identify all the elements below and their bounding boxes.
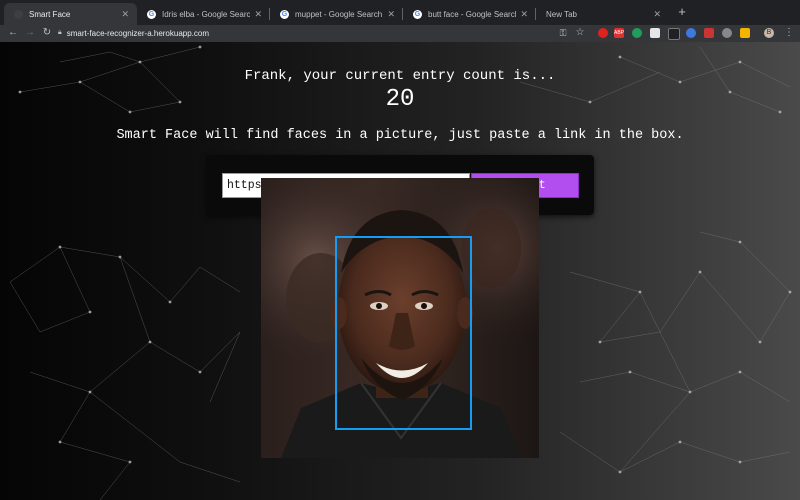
adblock-icon[interactable]: ABP: [614, 28, 624, 38]
tab-label: Idris elba - Google Search: [162, 9, 251, 19]
smart-face-favicon-icon: [14, 9, 23, 19]
extension-green-icon[interactable]: [632, 28, 642, 38]
profile-avatar-icon[interactable]: B: [764, 28, 774, 38]
key-icon[interactable]: ⚿: [558, 28, 568, 38]
extension-red-square-icon[interactable]: [704, 28, 714, 38]
tab-idris-elba-search[interactable]: G Idris elba - Google Search ✕: [137, 3, 270, 25]
close-icon[interactable]: ✕: [121, 9, 129, 20]
google-icon: G: [147, 9, 156, 19]
google-icon: G: [413, 9, 422, 19]
extension-blue-icon[interactable]: [686, 28, 696, 38]
extension-gray-icon[interactable]: [722, 28, 732, 38]
tab-smart-face[interactable]: Smart Face ✕: [4, 3, 137, 25]
face-bounding-box: [335, 236, 472, 430]
close-icon[interactable]: ✕: [520, 9, 528, 20]
browser-toolbar: ← → ↻ 🔒︎ smart-face-recognizer-a.herokua…: [0, 25, 800, 42]
extension-yellow-icon[interactable]: [740, 28, 750, 38]
tab-label: butt face - Google Search: [428, 9, 517, 19]
reload-icon[interactable]: ↻: [40, 26, 54, 40]
tab-label: Smart Face: [29, 9, 71, 19]
back-arrow-icon[interactable]: ←: [6, 26, 20, 40]
tab-new-tab[interactable]: New Tab ✕: [536, 3, 669, 25]
close-icon[interactable]: ✕: [387, 9, 395, 20]
url-text: smart-face-recognizer-a.herokuapp.com: [66, 28, 210, 38]
google-icon: G: [280, 9, 289, 19]
extension-dark-icon[interactable]: [668, 28, 680, 40]
tab-butt-face-search[interactable]: G butt face - Google Search ✕: [403, 3, 536, 25]
extension-white-icon[interactable]: [650, 28, 660, 38]
tab-label: muppet - Google Search: [295, 9, 383, 19]
lock-icon: 🔒︎: [58, 29, 62, 36]
close-icon[interactable]: ✕: [653, 9, 661, 20]
tab-label: New Tab: [546, 9, 577, 19]
greeting-text: Frank, your current entry count is...: [244, 68, 556, 84]
close-icon[interactable]: ✕: [254, 9, 262, 20]
new-tab-plus-icon[interactable]: +: [674, 4, 690, 20]
instructions-text: Smart Face will find faces in a picture,…: [116, 128, 684, 143]
forward-arrow-icon[interactable]: →: [23, 26, 37, 40]
tab-strip: Smart Face ✕ G Idris elba - Google Searc…: [0, 0, 800, 25]
tab-muppet-search[interactable]: G muppet - Google Search ✕: [270, 3, 403, 25]
bookmark-star-icon[interactable]: ☆: [575, 28, 585, 38]
entry-count: 20: [385, 86, 415, 113]
address-bar[interactable]: 🔒︎ smart-face-recognizer-a.herokuapp.com: [58, 26, 598, 40]
extension-red-icon[interactable]: [598, 28, 608, 38]
more-menu-icon[interactable]: ⋮: [782, 26, 796, 40]
